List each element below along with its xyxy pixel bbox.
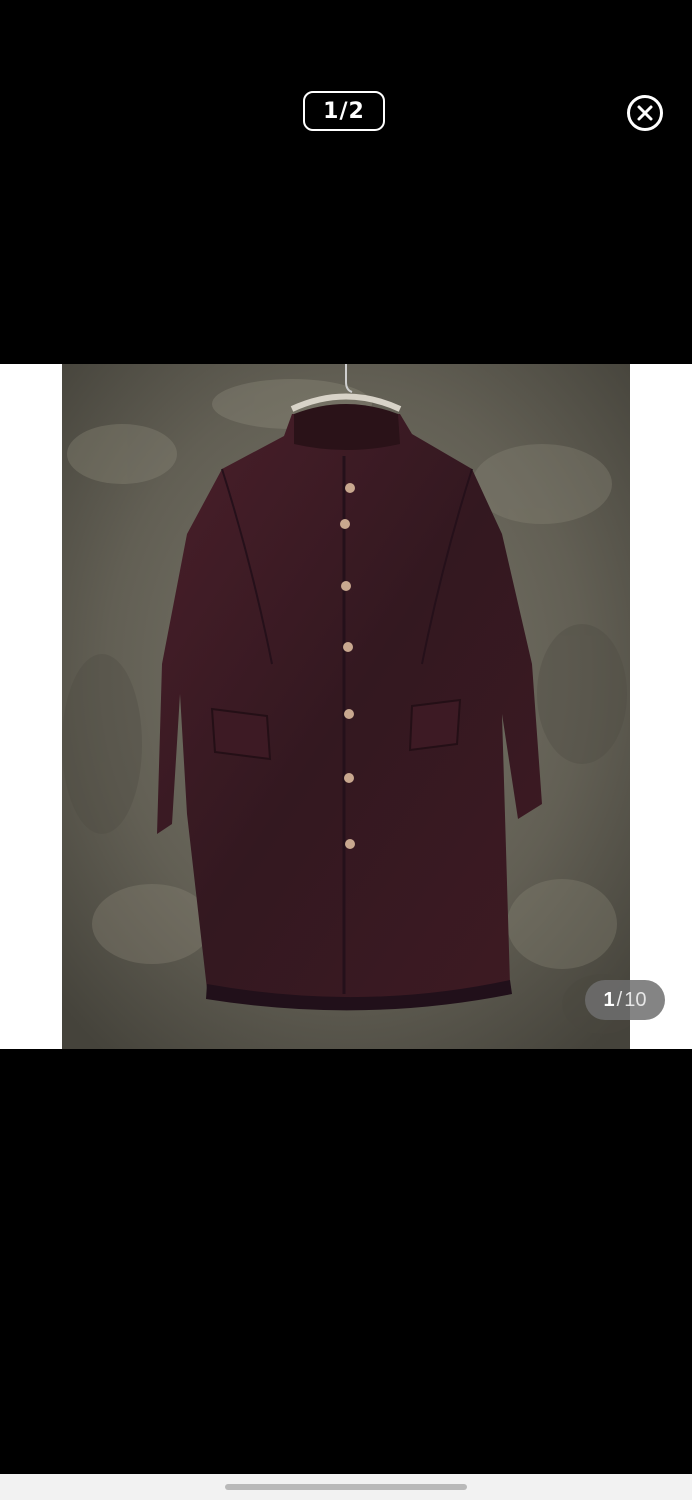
page-indicator: 1 / 10 xyxy=(585,980,665,1020)
product-photo[interactable] xyxy=(62,364,630,1049)
image-frame: 1 / 10 xyxy=(0,364,692,1049)
close-icon xyxy=(637,105,653,121)
close-button[interactable] xyxy=(627,95,663,131)
image-viewer: 1/2 1 / 10 xyxy=(0,0,692,1500)
page-total: 10 xyxy=(624,988,647,1011)
page-separator: / xyxy=(616,988,623,1011)
page-current: 1 xyxy=(603,988,615,1011)
bottom-bar xyxy=(0,1474,692,1500)
image-counter: 1/2 xyxy=(303,91,385,131)
home-indicator[interactable] xyxy=(225,1484,467,1490)
coat-image xyxy=(62,364,630,1049)
